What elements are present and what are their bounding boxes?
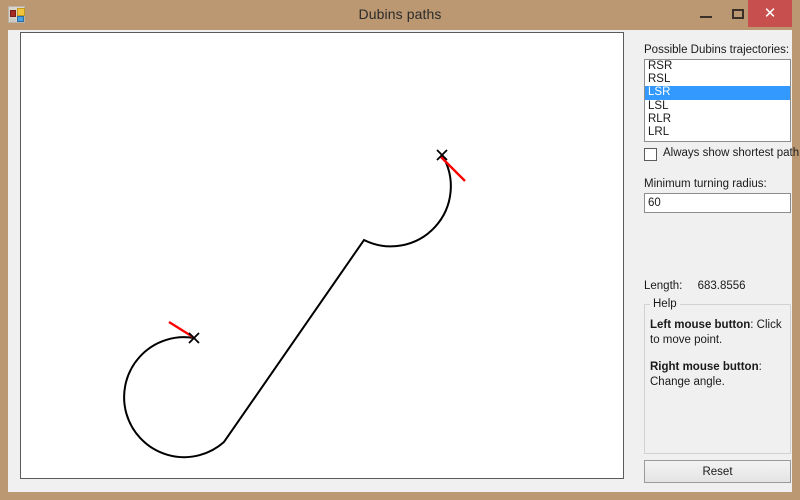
reset-button[interactable]: Reset [644, 460, 791, 483]
listitem-rsr[interactable]: RSR [645, 60, 790, 73]
length-label: Length: [644, 280, 683, 292]
minimize-button[interactable] [690, 0, 722, 27]
close-icon: ✕ [763, 5, 777, 22]
help-groupbox-legend: Help [650, 298, 680, 310]
help-right-mouse-title: Right mouse button [650, 361, 759, 373]
help-right-mouse: Right mouse button: Change angle. [650, 360, 788, 389]
listitem-rlr[interactable]: RLR [645, 113, 790, 126]
help-left-mouse-title: Left mouse button [650, 319, 751, 331]
dubins-path-canvas[interactable] [20, 32, 624, 479]
listitem-lsr[interactable]: LSR [645, 86, 790, 100]
dubins-path-curve [123, 154, 452, 459]
client-area: Possible Dubins trajectories: RSR RSL LS… [8, 30, 799, 492]
application-window: Dubins paths ✕ Possible Dubins trajector… [0, 0, 800, 500]
length-readout: Length: 683.8556 [644, 280, 746, 292]
shortest-path-checkbox-label: Always show shortest path [663, 147, 800, 159]
title-bar: Dubins paths ✕ [0, 0, 800, 30]
close-button[interactable]: ✕ [748, 0, 792, 27]
options-panel: Possible Dubins trajectories: RSR RSL LS… [634, 30, 799, 492]
turning-radius-label: Minimum turning radius: [644, 178, 767, 190]
shortest-path-checkbox[interactable] [644, 148, 657, 161]
path-drawing-svg [123, 149, 466, 459]
help-left-mouse: Left mouse button: Click to move point. [650, 318, 788, 347]
length-value: 683.8556 [697, 280, 746, 292]
window-title: Dubins paths [358, 6, 442, 22]
trajectories-label: Possible Dubins trajectories: [644, 44, 790, 56]
turning-radius-input[interactable] [644, 193, 791, 213]
trajectory-listbox[interactable]: RSR RSL LSR LSL RLR LRL [644, 59, 791, 142]
start-heading-line [168, 320, 194, 339]
listitem-lsl[interactable]: LSL [645, 100, 790, 113]
minimize-icon [700, 16, 712, 18]
listitem-rsl[interactable]: RSL [645, 73, 790, 86]
help-text: Left mouse button: Click to move point. … [650, 318, 788, 389]
listitem-lrl[interactable]: LRL [645, 126, 790, 139]
maximize-icon [732, 9, 744, 19]
end-heading-line [440, 156, 466, 182]
